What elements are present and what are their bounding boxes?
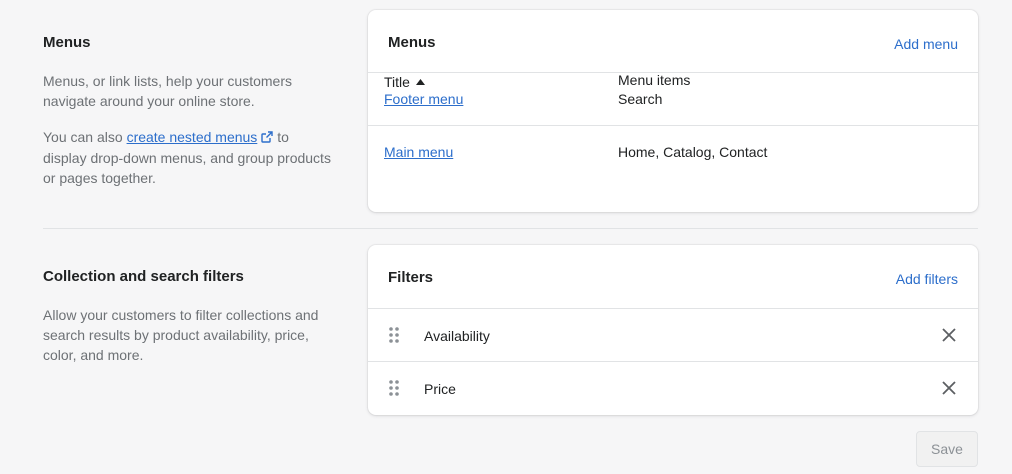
add-menu-button[interactable]: Add menu	[894, 35, 958, 53]
filter-label: Availability	[424, 328, 490, 344]
filter-label: Price	[424, 381, 456, 397]
table-row: Footer menu Search	[368, 73, 978, 126]
close-icon[interactable]	[942, 381, 956, 398]
main-menu-link[interactable]: Main menu	[384, 144, 453, 160]
filters-heading: Collection and search filters	[43, 268, 244, 285]
table-row: Main menu Home, Catalog, Contact	[368, 126, 978, 179]
menus-heading: Menus	[43, 34, 91, 51]
filter-row: Price	[368, 362, 978, 415]
filters-aside: Collection and search filters Allow your…	[43, 267, 333, 365]
menus-card: Menus Add menu Title Menu items Footer m…	[368, 10, 978, 212]
filters-section: Collection and search filters Allow your…	[0, 229, 1012, 429]
close-icon[interactable]	[942, 328, 956, 345]
drag-handle-icon[interactable]	[388, 326, 400, 347]
filter-row: Availability	[368, 309, 978, 362]
menus-section: Menus Menus, or link lists, help your cu…	[0, 0, 1012, 228]
drag-handle-icon[interactable]	[388, 379, 400, 400]
menus-table-head: Menus Add menu Title Menu items	[368, 10, 978, 90]
filters-card: Filters Add filters Availability Price	[368, 245, 978, 415]
filters-card-header: Filters Add filters	[368, 245, 978, 309]
save-button[interactable]: Save	[916, 431, 978, 467]
create-nested-menus-link[interactable]: create nested menus	[127, 129, 258, 145]
menus-card-title: Menus	[388, 34, 436, 51]
footer-menu-link[interactable]: Footer menu	[384, 91, 463, 107]
menus-nested-text: You can also create nested menus to disp…	[43, 127, 333, 188]
filters-description: Allow your customers to filter collectio…	[43, 307, 319, 363]
add-filters-button[interactable]: Add filters	[896, 270, 958, 288]
menus-aside: Menus Menus, or link lists, help your cu…	[43, 33, 333, 188]
menu-items-cell: Home, Catalog, Contact	[618, 144, 768, 160]
external-link-icon[interactable]	[261, 128, 274, 148]
nested-prefix: You can also	[43, 129, 123, 145]
menu-items-cell: Search	[618, 91, 663, 107]
filters-card-title: Filters	[388, 269, 434, 286]
menus-description: Menus, or link lists, help your customer…	[43, 73, 292, 109]
